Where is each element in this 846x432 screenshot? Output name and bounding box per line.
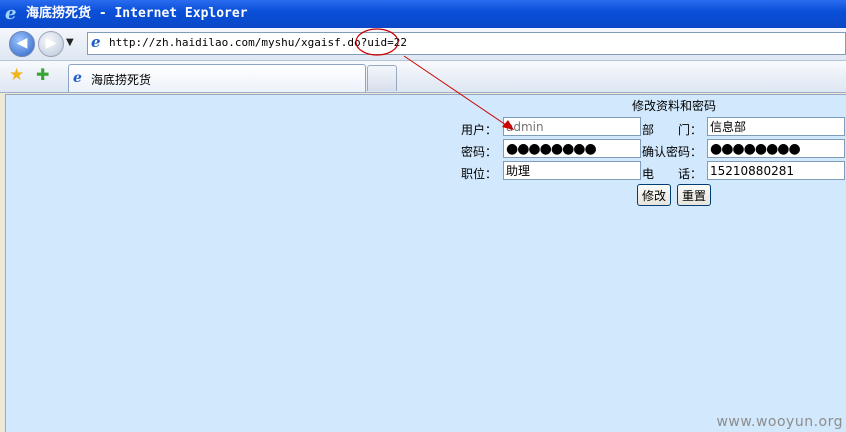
phone-label-1: 电 [642,167,655,181]
reset-button[interactable]: 重置 [677,184,711,206]
star-icon[interactable]: ★ [9,65,24,85]
history-dropdown-icon[interactable]: ▼ [66,37,74,48]
department-label-1: 部 [642,123,655,137]
department-label-2: 门： [678,123,703,137]
new-tab-button[interactable] [367,65,397,91]
username-label: 用户： [461,123,498,137]
position-input[interactable] [503,161,641,180]
ie-logo-icon: e [5,3,17,24]
address-input[interactable] [109,34,829,51]
submit-button[interactable]: 修改 [637,184,671,206]
address-bar[interactable]: e [87,32,846,55]
department-input[interactable] [707,117,845,136]
position-label: 职位： [461,167,498,181]
window-title: 海底捞死货 - Internet Explorer [26,6,248,21]
tab-bar: ★ ✚ e 海底捞死货 [0,61,846,93]
tab-current[interactable]: e 海底捞死货 [68,64,366,92]
forward-arrow-icon[interactable]: ▶ [38,31,64,57]
page-icon: e [91,33,101,51]
add-favorite-icon[interactable]: ✚ [36,65,49,84]
back-arrow-icon[interactable]: ◀ [9,31,35,57]
password-label: 密码： [461,145,498,159]
confirm-password-label: 确认密码： [642,145,703,159]
form-title: 修改资料和密码 [632,99,717,113]
watermark: www.wooyun.org [716,414,843,430]
confirm-password-input[interactable] [707,139,845,158]
window-titlebar: e 海底捞死货 - Internet Explorer [0,0,846,28]
username-input[interactable] [503,117,641,136]
phone-label-2: 话： [678,167,703,181]
navigation-bar: ◀ ▶ ▼ e [0,28,846,61]
tab-ie-icon: e [73,70,82,86]
phone-input[interactable] [707,161,845,180]
tab-label: 海底捞死货 [91,73,152,87]
page-content: 修改资料和密码 用户： 部 门： 密码： 确认密码： 职位： 电 话： 修改 重… [5,94,846,432]
password-input[interactable] [503,139,641,158]
